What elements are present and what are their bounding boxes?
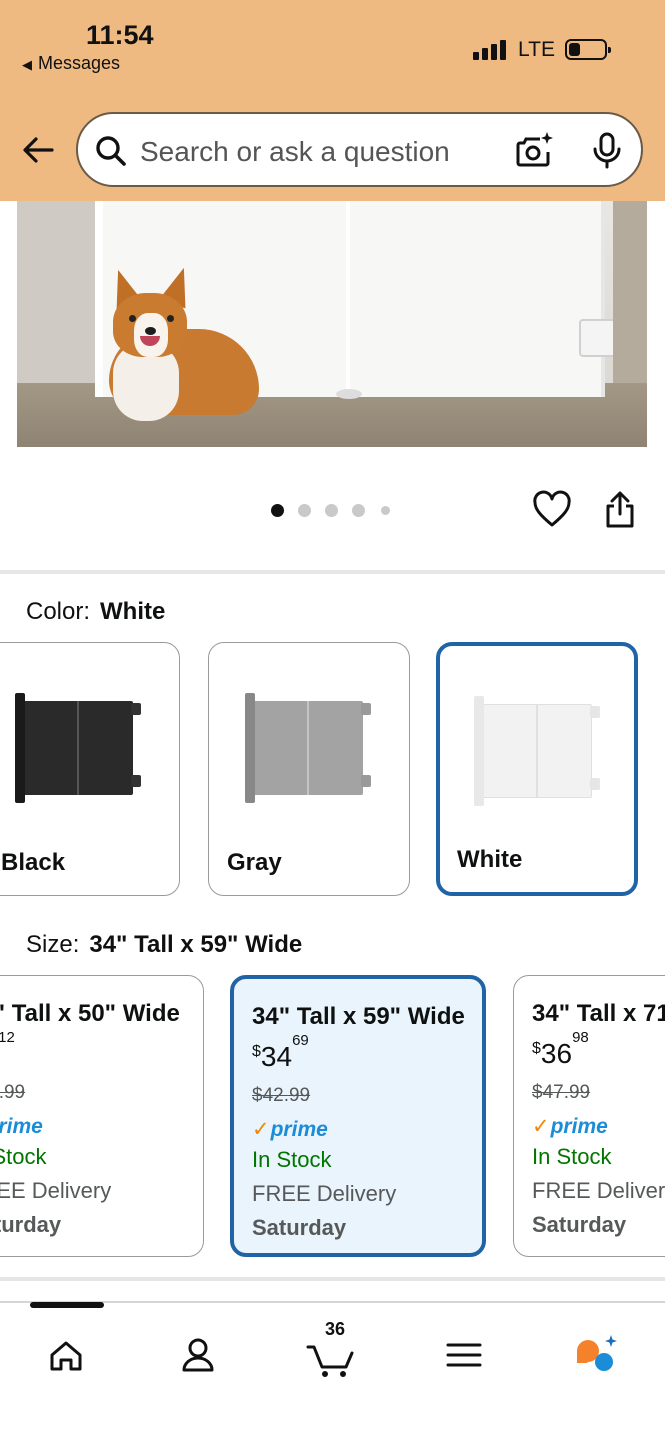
color-option-label: Gray — [227, 849, 282, 876]
color-option-white[interactable]: White — [436, 642, 638, 896]
prime-badge: ✓prime — [532, 1115, 608, 1138]
signal-icon — [473, 40, 507, 60]
color-option-black[interactable]: Black — [0, 642, 180, 896]
cart-count-badge: 36 — [325, 1319, 346, 1339]
delivery-day: Saturday — [532, 1212, 627, 1237]
delivery-day: Saturday — [252, 1215, 347, 1240]
stock-status: In Stock — [0, 1144, 47, 1169]
camera-search-icon[interactable] — [514, 130, 554, 170]
size-title: 34" Tall x 71" Wide — [532, 1000, 665, 1027]
size-list-price: $39.99 — [0, 1082, 26, 1103]
battery-icon — [565, 39, 611, 60]
prime-badge: ✓prime — [252, 1118, 328, 1141]
color-label: Color: — [26, 598, 91, 625]
search-placeholder: Search or ask a question — [140, 136, 450, 167]
search-bar[interactable]: Search or ask a question — [76, 112, 643, 187]
color-option-gray[interactable]: Gray — [208, 642, 410, 896]
section-divider — [0, 570, 665, 574]
back-app-label: Messages — [38, 53, 121, 73]
heart-icon[interactable] — [532, 490, 572, 530]
search-icon — [96, 136, 126, 166]
size-list-price: $42.99 — [252, 1085, 311, 1106]
network-label: LTE — [518, 38, 555, 61]
delivery-day: Saturday — [0, 1212, 62, 1237]
product-page: 11:54 ◀ Messages LTE Search or ask a ques… — [0, 0, 665, 1440]
rufus-icon[interactable] — [566, 1325, 626, 1385]
active-tab-indicator — [30, 1302, 104, 1308]
size-selected-value: 34" Tall x 59" Wide — [89, 931, 303, 958]
size-option-71[interactable]: 34" Tall x 71" Wide $3698 $47.99 ✓prime … — [513, 975, 665, 1257]
menu-icon[interactable] — [434, 1325, 494, 1385]
color-label-row: Color: White — [26, 598, 165, 626]
carousel-dot[interactable] — [325, 504, 338, 517]
top-header: 11:54 ◀ Messages LTE Search or ask a ques… — [0, 0, 665, 201]
white-gate-thumbnail — [472, 696, 600, 806]
delivery-text: FREE Delivery — [0, 1178, 112, 1203]
back-to-app-link[interactable]: ◀ Messages — [22, 53, 120, 74]
size-option-59[interactable]: 34" Tall x 59" Wide $3469 $42.99 ✓prime … — [230, 975, 486, 1257]
back-arrow-icon[interactable] — [18, 130, 58, 170]
color-option-label: Black — [1, 849, 66, 876]
delivery-text: FREE Delivery — [252, 1181, 397, 1206]
stock-status: In Stock — [252, 1147, 332, 1172]
share-icon[interactable] — [603, 490, 637, 530]
stock-status: In Stock — [532, 1144, 612, 1169]
status-time: 11:54 — [86, 20, 154, 50]
size-price: $3698 — [532, 1028, 589, 1069]
back-triangle-icon: ◀ — [22, 57, 32, 72]
gray-gate-thumbnail — [243, 693, 371, 803]
delivery-text: FREE Delivery — [532, 1178, 665, 1203]
size-label: Size: — [26, 931, 80, 958]
size-option-50[interactable]: 34" Tall x 50" Wide 3312 $39.99 ✓prime I… — [0, 975, 204, 1257]
size-price: $3469 — [252, 1031, 309, 1072]
color-selected-value: White — [100, 598, 166, 625]
black-gate-thumbnail — [13, 693, 141, 803]
carousel-dot[interactable] — [298, 504, 311, 517]
microphone-icon[interactable] — [590, 132, 624, 170]
bottom-nav: 36 — [0, 1301, 665, 1440]
size-price: 3312 — [0, 1028, 15, 1046]
size-label-row: Size: 34" Tall x 59" Wide — [26, 931, 302, 959]
carousel-dot[interactable] — [381, 506, 390, 515]
home-icon[interactable] — [36, 1325, 96, 1385]
section-divider — [0, 1277, 665, 1281]
product-image[interactable] — [17, 201, 647, 447]
prime-badge: ✓prime — [0, 1115, 43, 1138]
color-option-label: White — [457, 846, 523, 873]
size-title: 34" Tall x 59" Wide — [252, 1003, 465, 1030]
carousel-dot[interactable] — [352, 504, 365, 517]
size-title: 34" Tall x 50" Wide — [0, 1000, 180, 1027]
account-icon[interactable] — [168, 1325, 228, 1385]
carousel-dot[interactable] — [271, 504, 284, 517]
size-list-price: $47.99 — [532, 1082, 591, 1103]
